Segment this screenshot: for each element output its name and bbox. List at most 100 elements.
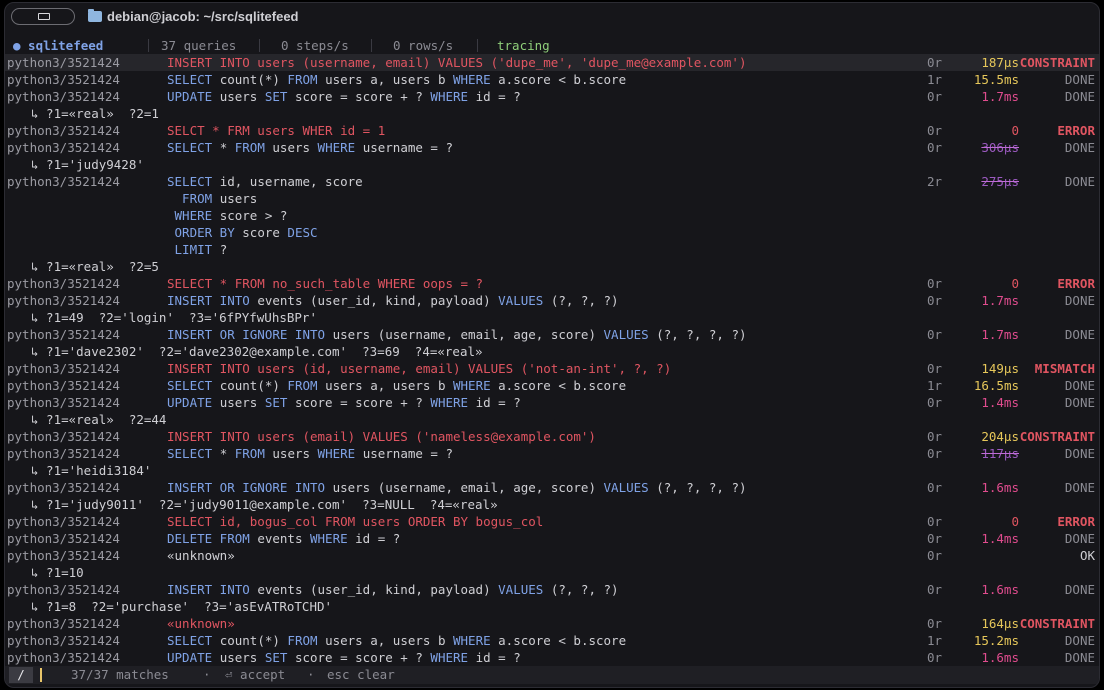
params-row[interactable]: ↳ ?1=«real» ?2=44 xyxy=(5,411,1099,428)
params-row[interactable]: ↳ ?1=8 ?2='purchase' ?3='asEvATRoTCHD' xyxy=(5,598,1099,615)
process-id: python3/3521424 xyxy=(7,548,120,563)
sql-text: «unknown» xyxy=(167,615,235,632)
status-label: DONE xyxy=(1064,480,1095,495)
query-continuation-row[interactable]: LIMIT ? xyxy=(5,241,1099,258)
query-row[interactable]: python3/3521424 INSERT OR IGNORE INTO use… xyxy=(5,479,1099,496)
params-row[interactable]: ↳ ?1='judy9428' xyxy=(5,156,1099,173)
bound-params: ↳ ?1=8 ?2='purchase' ?3='asEvATRoTCHD' xyxy=(31,599,333,614)
sql-token: INSERT OR IGNORE INTO xyxy=(167,480,333,495)
query-row[interactable]: python3/3521424 SELCT * FRM users WHER id… xyxy=(5,122,1099,139)
sql-token: users a, users b xyxy=(325,72,453,87)
params-row[interactable]: ↳ ?1=«real» ?2=1 xyxy=(5,105,1099,122)
query-continuation-row[interactable]: ORDER BY score DESC xyxy=(5,224,1099,241)
sql-token: WHERE xyxy=(430,89,476,104)
sql-text: ORDER BY score DESC xyxy=(167,224,318,241)
process-id: python3/3521424 xyxy=(7,72,120,87)
tracing-indicator: tracing xyxy=(497,38,550,53)
sql-token: LIMIT xyxy=(167,242,220,257)
query-row[interactable]: python3/3521424 INSERT INTO users (email)… xyxy=(5,428,1099,445)
process-id: python3/3521424 xyxy=(7,140,120,155)
query-row[interactable]: python3/3521424 UPDATE users SET score = … xyxy=(5,649,1099,666)
query-continuation-row[interactable]: WHERE score > ? xyxy=(5,207,1099,224)
query-log[interactable]: python3/3521424 INSERT INTO users (userna… xyxy=(5,54,1099,666)
sql-token: SELECT xyxy=(167,446,220,461)
sql-token: users a, users b xyxy=(325,633,453,648)
duration: 117µs xyxy=(981,446,1019,461)
params-row[interactable]: ↳ ?1=«real» ?2=5 xyxy=(5,258,1099,275)
query-row[interactable]: python3/3521424 SELECT count(*) FROM user… xyxy=(5,377,1099,394)
process-id: python3/3521424 xyxy=(7,531,120,546)
query-row[interactable]: python3/3521424 INSERT OR IGNORE INTO use… xyxy=(5,326,1099,343)
sql-token: FROM xyxy=(234,446,273,461)
params-row[interactable]: ↳ ?1=10 xyxy=(5,564,1099,581)
sql-token: score xyxy=(242,225,288,240)
sql-token: score > ? xyxy=(219,208,288,223)
duration: 15.2ms xyxy=(973,633,1019,648)
process-id: python3/3521424 xyxy=(7,378,120,393)
query-row[interactable]: python3/3521424 SELECT id, bogus_col FROM… xyxy=(5,513,1099,530)
params-row[interactable]: ↳ ?1=49 ?2='login' ?3='6fPYfwUhsBPr' xyxy=(5,309,1099,326)
sql-token: id, username, score xyxy=(219,174,363,189)
sql-token: (?, ?, ?, ?) xyxy=(656,327,747,342)
sql-token: VALUES xyxy=(498,582,551,597)
status-label: ERROR xyxy=(1057,123,1095,138)
status-label: DONE xyxy=(1064,650,1095,665)
filter-input-cursor[interactable] xyxy=(40,668,42,682)
sql-token: «unknown» xyxy=(167,616,235,631)
query-row[interactable]: python3/3521424 SELECT id, username, scor… xyxy=(5,173,1099,190)
process-id: python3/3521424 xyxy=(7,633,120,648)
sql-token: FROM xyxy=(287,72,326,87)
sql-token: VALUES xyxy=(603,327,657,342)
params-row[interactable]: ↳ ?1='judy9011' ?2='judy9011@example.com… xyxy=(5,496,1099,513)
process-id: python3/3521424 xyxy=(7,327,120,342)
status-label: DONE xyxy=(1064,446,1095,461)
sql-token: WHERE xyxy=(317,140,363,155)
status-label: DONE xyxy=(1064,72,1095,87)
row-count: 2r xyxy=(927,174,943,189)
sql-token: score = score + ? xyxy=(294,650,431,665)
window-title: debian@jacob: ~/src/sqlitefeed xyxy=(107,9,299,24)
query-row[interactable]: python3/3521424 UPDATE users SET score = … xyxy=(5,88,1099,105)
row-count: 1r xyxy=(927,72,943,87)
row-count: 1r xyxy=(927,378,943,393)
sql-token: count(*) xyxy=(219,378,288,393)
status-label: CONSTRAINT xyxy=(1019,55,1095,70)
query-row[interactable]: python3/3521424 DELETE FROM events WHERE … xyxy=(5,530,1099,547)
query-row[interactable]: python3/3521424 INSERT INTO users (id, us… xyxy=(5,360,1099,377)
sql-token: DESC xyxy=(287,225,318,240)
query-row[interactable]: python3/3521424 SELECT * FROM users WHERE… xyxy=(5,445,1099,462)
window-switcher-button[interactable] xyxy=(11,8,75,25)
query-row[interactable]: python3/3521424 INSERT INTO users (userna… xyxy=(5,54,1099,71)
sql-text: INSERT INTO users (username, email) VALU… xyxy=(167,54,746,71)
sql-text: UPDATE users SET score = score + ? WHERE… xyxy=(167,88,521,105)
process-id: python3/3521424 xyxy=(7,89,120,104)
status-label: CONSTRAINT xyxy=(1019,616,1095,631)
query-row[interactable]: python3/3521424 SELECT count(*) FROM user… xyxy=(5,632,1099,649)
bound-params: ↳ ?1='heidi3184' xyxy=(31,463,152,478)
sql-token: users xyxy=(219,395,265,410)
hint-separator: · xyxy=(203,667,211,682)
query-row[interactable]: python3/3521424 SELECT * FROM no_such_tab… xyxy=(5,275,1099,292)
query-continuation-row[interactable]: FROM users xyxy=(5,190,1099,207)
query-row[interactable]: python3/3521424 «unknown» 0r 164µs CONSTRAIN… xyxy=(5,615,1099,632)
filter-prompt[interactable]: / 37/37 matches · ⏎ accept · esc clear xyxy=(5,666,1099,684)
sql-token: SELCT * FRM users WHER id = 1 xyxy=(167,123,386,138)
query-row[interactable]: python3/3521424 SELECT * FROM users WHERE… xyxy=(5,139,1099,156)
bound-params: ↳ ?1=«real» ?2=1 xyxy=(31,106,159,121)
query-row[interactable]: python3/3521424 SELECT count(*) FROM user… xyxy=(5,71,1099,88)
status-label: DONE xyxy=(1064,582,1095,597)
query-row[interactable]: python3/3521424 INSERT INTO events (user_… xyxy=(5,581,1099,598)
row-count: 0r xyxy=(927,55,943,70)
query-row[interactable]: python3/3521424 INSERT INTO events (user_… xyxy=(5,292,1099,309)
query-row[interactable]: python3/3521424 UPDATE users SET score = … xyxy=(5,394,1099,411)
row-count: 0r xyxy=(927,89,943,104)
sql-text: SELECT count(*) FROM users a, users b WH… xyxy=(167,632,626,649)
query-row[interactable]: python3/3521424 «unknown» 0r OK xyxy=(5,547,1099,564)
bound-params: ↳ ?1=49 ?2='login' ?3='6fPYfwUhsBPr' xyxy=(31,310,317,325)
params-row[interactable]: ↳ ?1='dave2302' ?2='dave2302@example.com… xyxy=(5,343,1099,360)
status-label: DONE xyxy=(1064,378,1095,393)
sql-token: FROM xyxy=(234,140,273,155)
sql-token: * xyxy=(219,140,235,155)
status-label: DONE xyxy=(1064,140,1095,155)
params-row[interactable]: ↳ ?1='heidi3184' xyxy=(5,462,1099,479)
